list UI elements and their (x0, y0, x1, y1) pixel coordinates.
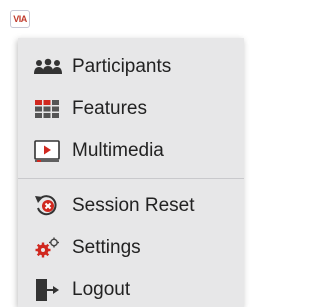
menu-item-label: Session Reset (72, 195, 195, 216)
menu-item-features[interactable]: Features (18, 88, 244, 130)
logout-icon (34, 278, 64, 302)
menu-item-label: Features (72, 98, 147, 119)
menu-bar: VIA (0, 0, 244, 36)
menu-item-label: Settings (72, 237, 141, 258)
via-app-logo[interactable]: VIA (10, 10, 30, 28)
features-grid-icon (34, 97, 64, 121)
multimedia-icon (34, 139, 64, 163)
menu-item-label: Participants (72, 56, 172, 77)
session-reset-icon (34, 194, 64, 218)
menu-item-label: Multimedia (72, 140, 164, 161)
menu-item-label: Logout (72, 279, 131, 300)
menu-item-multimedia[interactable]: Multimedia (18, 130, 244, 172)
screen: VIA Participants Features Multimedia Ses… (0, 0, 244, 307)
settings-gears-icon (34, 236, 64, 260)
participants-icon (34, 55, 64, 79)
menu-separator (18, 178, 244, 179)
menu-item-settings[interactable]: Settings (18, 227, 244, 269)
menu-item-session-reset[interactable]: Session Reset (18, 185, 244, 227)
menu-item-logout[interactable]: Logout (18, 269, 244, 307)
app-dropdown-menu: Participants Features Multimedia Session… (18, 38, 244, 307)
menu-item-participants[interactable]: Participants (18, 46, 244, 88)
